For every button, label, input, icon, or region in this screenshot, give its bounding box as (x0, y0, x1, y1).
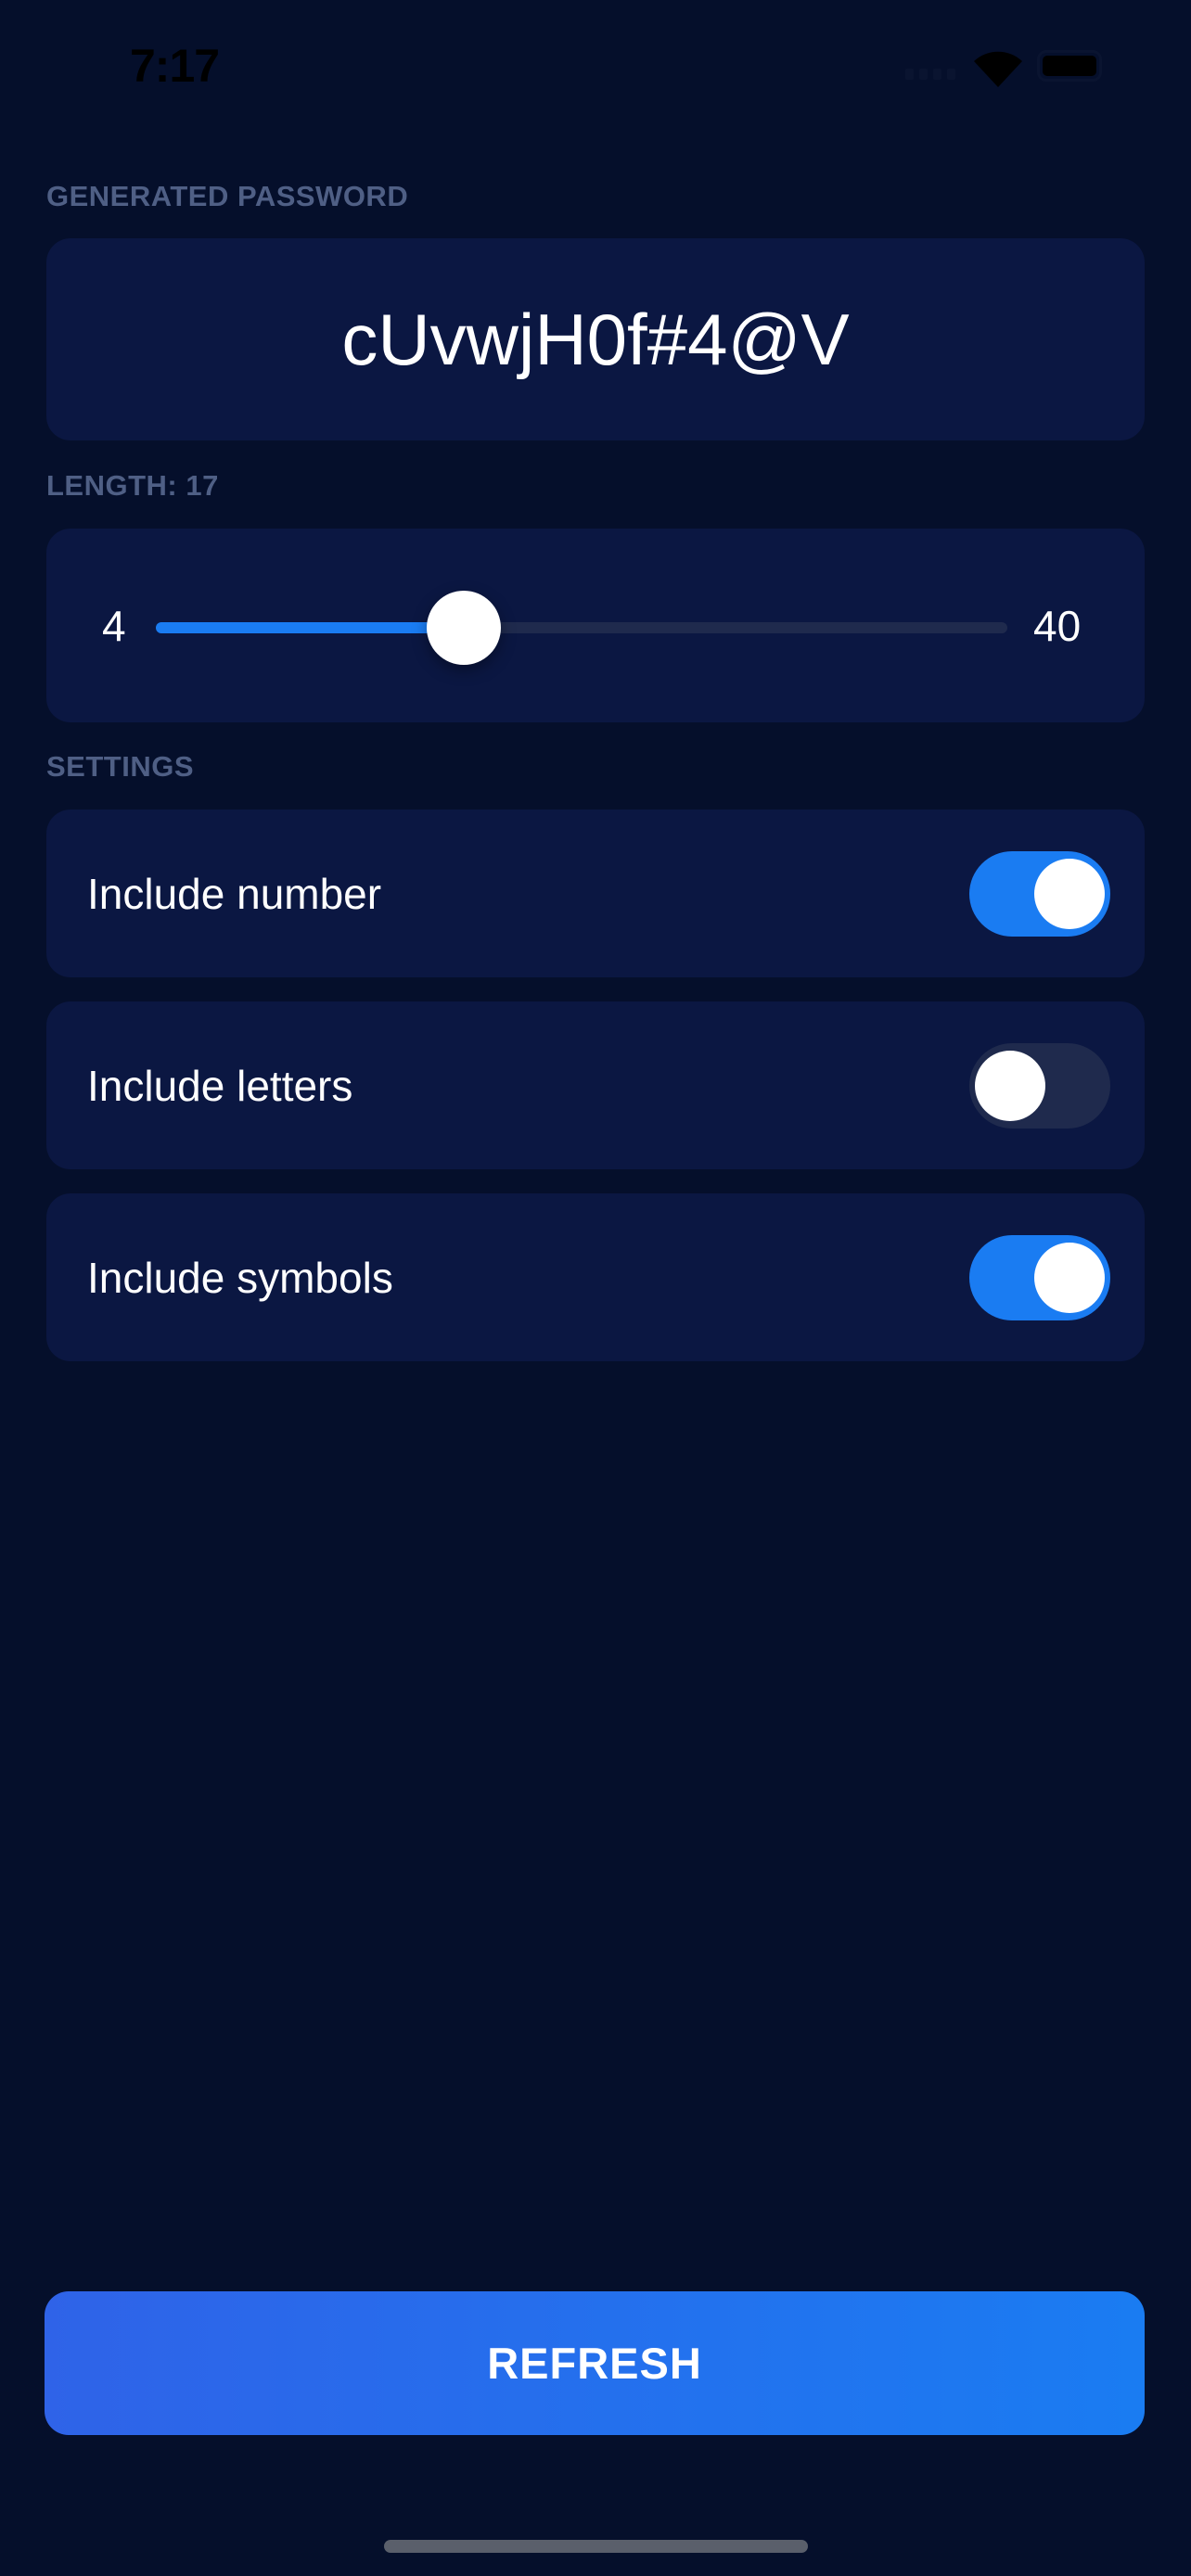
length-slider-track[interactable] (156, 622, 1007, 633)
status-time: 7:17 (130, 40, 220, 92)
length-max: 40 (1033, 602, 1082, 650)
include-symbols-toggle[interactable] (969, 1234, 1110, 1320)
password-value[interactable]: cUvwjH0f#4@V (46, 238, 1145, 440)
generated-password-label: GENERATED PASSWORD (46, 180, 409, 212)
home-indicator[interactable] (384, 2540, 808, 2553)
length-slider-thumb[interactable] (426, 591, 501, 665)
signal-icon (905, 69, 955, 80)
setting-label: Include letters (87, 1061, 353, 1110)
length-min: 4 (102, 602, 126, 650)
settings-label: SETTINGS (46, 750, 195, 783)
wifi-icon (974, 51, 1022, 87)
setting-label: Include number (87, 869, 382, 918)
refresh-button[interactable]: REFRESH (45, 2291, 1145, 2435)
setting-row-include-letters: Include letters (46, 1001, 1145, 1169)
battery-icon (1037, 50, 1102, 82)
setting-row-include-number: Include number (46, 810, 1145, 977)
password-card: cUvwjH0f#4@V (46, 238, 1145, 440)
setting-row-include-symbols: Include symbols (46, 1193, 1145, 1361)
include-number-toggle[interactable] (969, 850, 1110, 937)
length-slider-fill (156, 622, 464, 633)
include-letters-toggle[interactable] (969, 1042, 1110, 1129)
setting-label: Include symbols (87, 1253, 393, 1302)
length-label: LENGTH: 17 (46, 469, 219, 502)
